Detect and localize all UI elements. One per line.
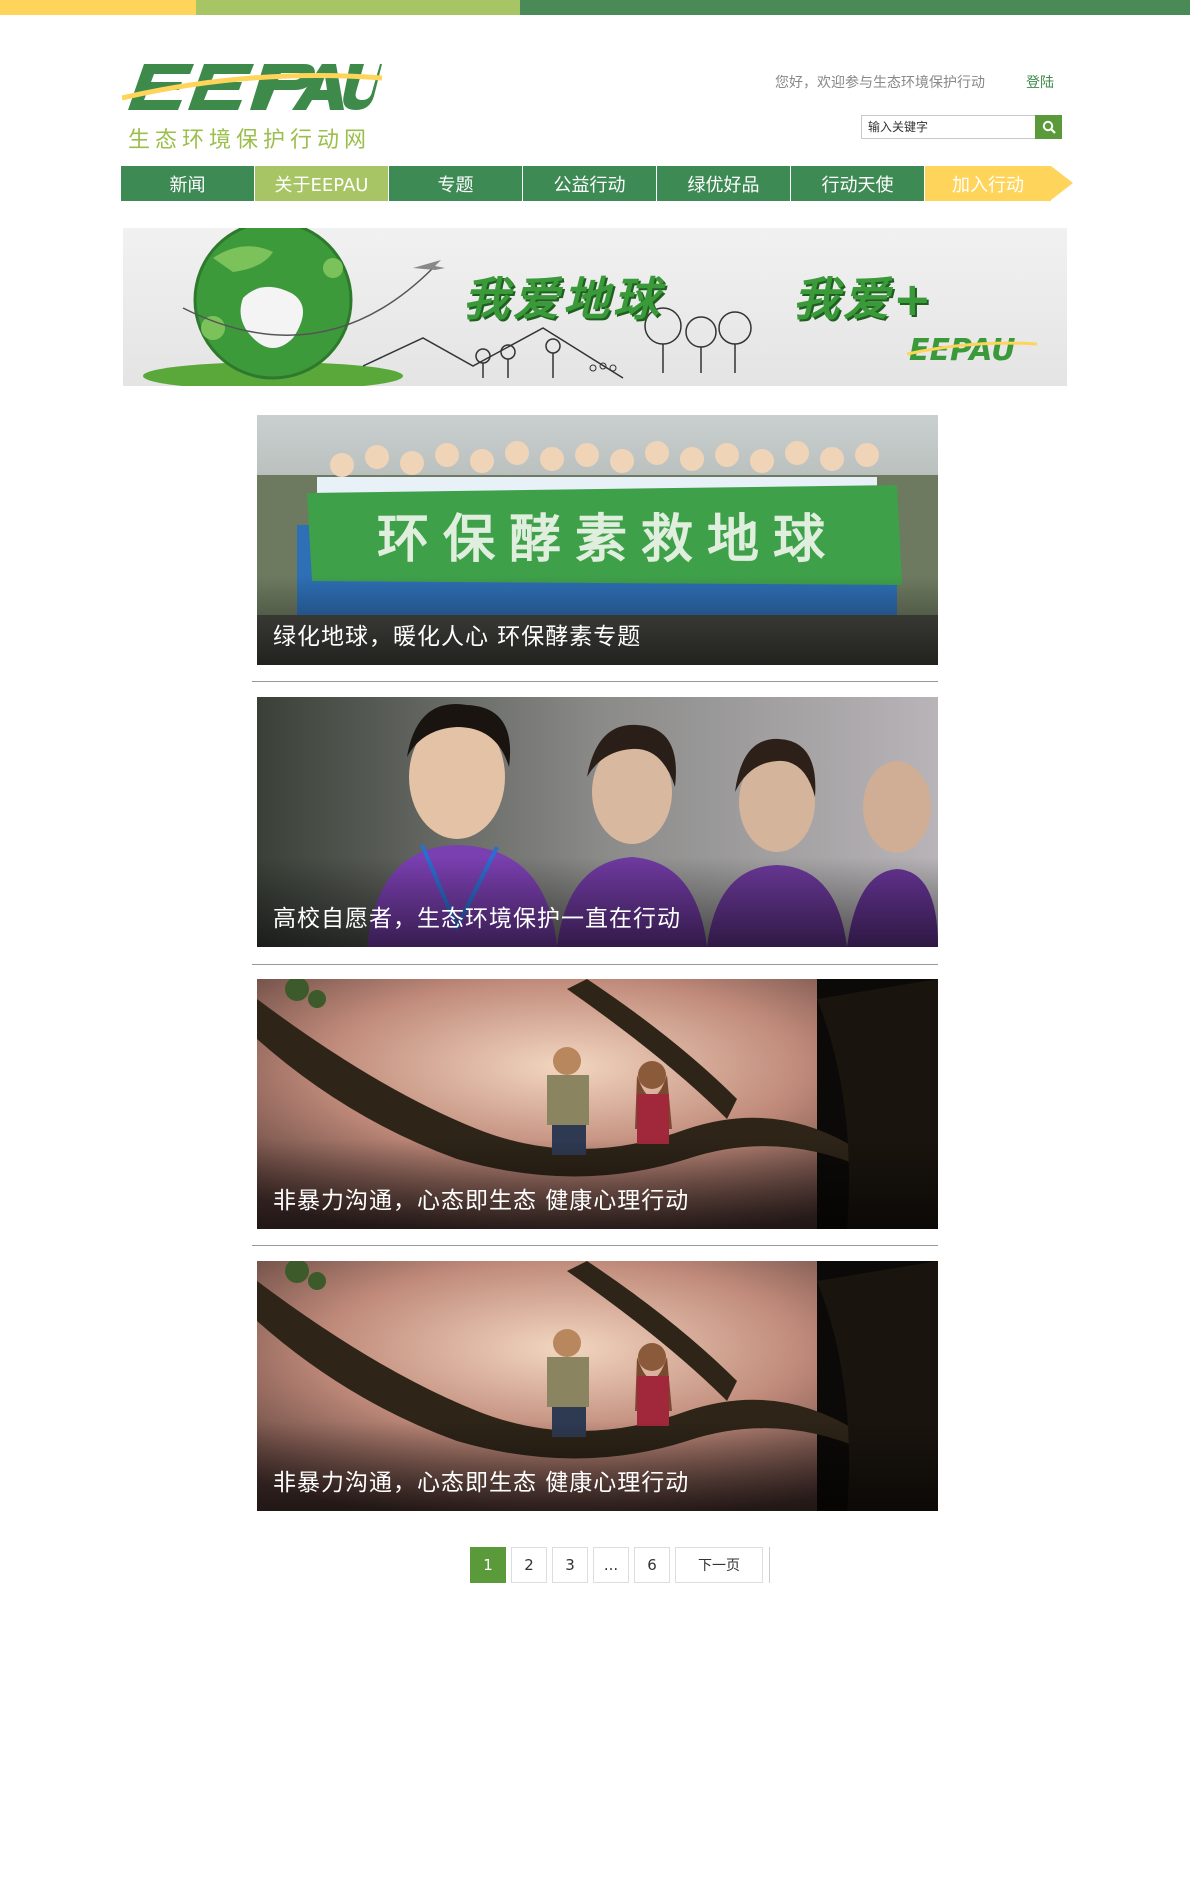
card-caption: 非暴力沟通，心态即生态 健康心理行动	[273, 1470, 690, 1496]
search-button[interactable]	[1035, 115, 1062, 139]
banner-slogan-1: 我爱地球	[463, 272, 663, 326]
page-2[interactable]: 2	[511, 1547, 547, 1583]
stripe-light-green	[196, 0, 520, 15]
banner-slogan-2: 我爱+	[793, 272, 936, 326]
logo-subtitle: 生态环境保护行动网	[128, 128, 372, 153]
card-caption: 高校自愿者，生态环境保护一直在行动	[273, 906, 681, 932]
pager-divider	[769, 1547, 770, 1583]
nav-item-green-products[interactable]: 绿优好品	[657, 166, 790, 201]
page-ellipsis: ...	[593, 1547, 629, 1583]
search-icon	[1042, 120, 1056, 134]
stripe-green	[520, 0, 1190, 15]
stripe-yellow	[0, 0, 196, 15]
card-divider	[252, 964, 938, 965]
page-1[interactable]: 1	[470, 1547, 506, 1583]
nav-item-topics[interactable]: 专题	[389, 166, 522, 201]
card-caption: 绿化地球，暖化人心 环保酵素专题	[273, 624, 642, 650]
card-caption: 非暴力沟通，心态即生态 健康心理行动	[273, 1188, 690, 1214]
feature-card-volunteers[interactable]: 高校自愿者，生态环境保护一直在行动	[257, 697, 938, 947]
hero-banner[interactable]: 我爱地球 我爱+ EEPAU	[123, 228, 1067, 386]
search-input[interactable]	[861, 115, 1035, 139]
main-nav: 新闻 关于EEPAU 专题 公益行动 绿优好品 行动天使 加入行动	[121, 166, 1073, 201]
card-divider	[252, 1245, 938, 1246]
nav-item-news[interactable]: 新闻	[121, 166, 254, 201]
feature-card-psychology-1[interactable]: 非暴力沟通，心态即生态 健康心理行动	[257, 979, 938, 1229]
nav-item-angels[interactable]: 行动天使	[791, 166, 924, 201]
search-box	[861, 115, 1062, 139]
next-page-button[interactable]: 下一页	[675, 1547, 763, 1583]
nav-item-about[interactable]: 关于EEPAU	[255, 166, 388, 201]
feature-card-psychology-2[interactable]: 非暴力沟通，心态即生态 健康心理行动	[257, 1261, 938, 1511]
nav-item-join[interactable]: 加入行动	[925, 166, 1073, 201]
login-link[interactable]: 登陆	[1026, 72, 1054, 92]
top-color-stripe	[0, 0, 1190, 15]
svg-text:环保酵素救地球: 环保酵素救地球	[377, 510, 839, 570]
welcome-text: 您好，欢迎参与生态环境保护行动	[775, 75, 985, 91]
nav-item-charity[interactable]: 公益行动	[523, 166, 656, 201]
card-divider	[252, 681, 938, 682]
page-6[interactable]: 6	[634, 1547, 670, 1583]
page-3[interactable]: 3	[552, 1547, 588, 1583]
feature-card-enzyme[interactable]: 环保酵素救地球 绿化地球，暖化人心 环保酵素专题	[257, 415, 938, 665]
pagination: 1 2 3 ... 6 下一页	[470, 1547, 770, 1583]
